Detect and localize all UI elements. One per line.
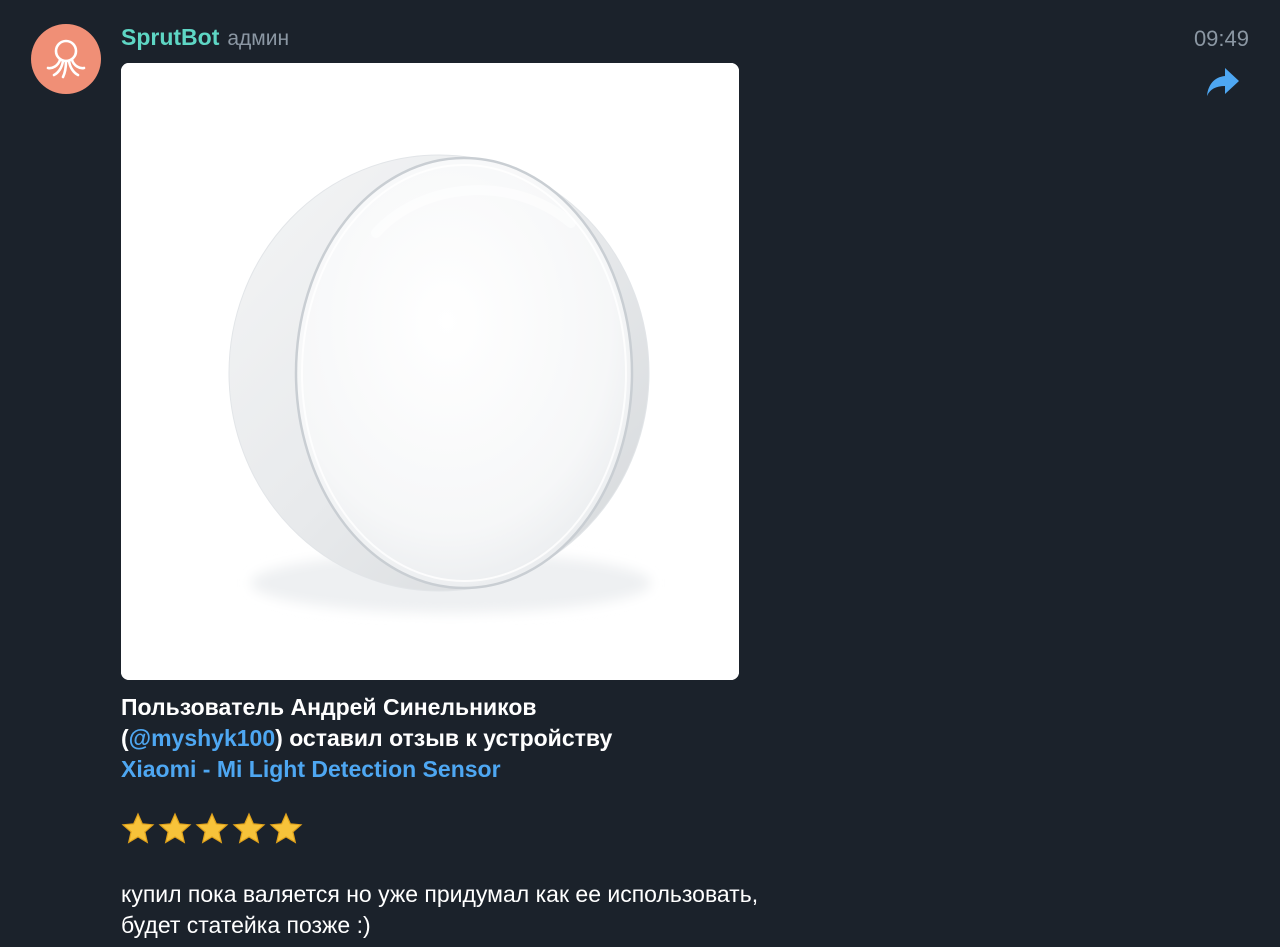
device-photo[interactable] bbox=[121, 63, 739, 680]
star-icon bbox=[195, 812, 229, 844]
rating-stars bbox=[121, 812, 303, 846]
star-icon bbox=[121, 812, 155, 844]
light-sensor-image bbox=[121, 63, 739, 680]
open-paren: ( bbox=[121, 725, 129, 751]
octopus-icon bbox=[46, 39, 86, 79]
star-icon bbox=[158, 812, 192, 844]
star-icon bbox=[269, 812, 303, 844]
message-intro: Пользователь Андрей Синельников bbox=[121, 694, 537, 720]
forward-arrow-icon[interactable] bbox=[1205, 66, 1241, 98]
review-text: купил пока валяется но уже придумал как … bbox=[121, 881, 759, 938]
star-icon bbox=[232, 812, 266, 844]
message-time: 09:49 bbox=[1193, 26, 1249, 51]
message-action-text: ) оставил отзыв к устройству bbox=[275, 725, 613, 751]
chat-view: SprutBot админ 09:49 Пользователь Андрей… bbox=[0, 0, 1280, 947]
message-text: Пользователь Андрей Синельников (@myshyk… bbox=[121, 692, 761, 785]
sender-role: админ bbox=[227, 27, 290, 50]
message-header: SprutBot админ bbox=[121, 24, 289, 58]
device-link[interactable]: Xiaomi - Mi Light Detection Sensor bbox=[121, 756, 501, 782]
user-mention-link[interactable]: @myshyk100 bbox=[129, 725, 275, 751]
sender-name[interactable]: SprutBot bbox=[121, 24, 219, 51]
avatar[interactable] bbox=[31, 24, 101, 94]
